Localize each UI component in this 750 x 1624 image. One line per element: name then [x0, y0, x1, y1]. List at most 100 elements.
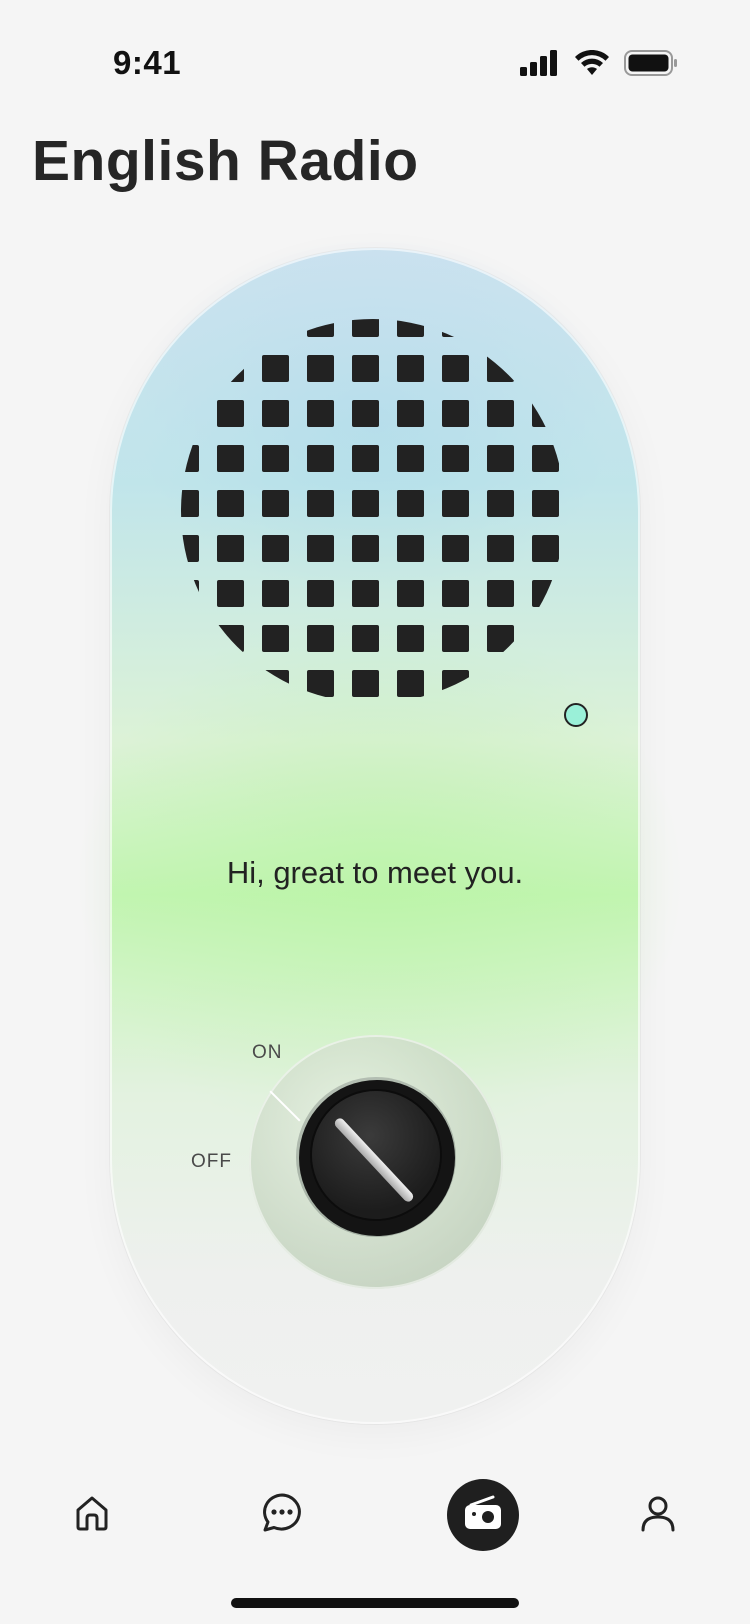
grille-hole	[181, 670, 199, 697]
grille-hole	[217, 490, 244, 517]
grille-hole	[217, 445, 244, 472]
grille-hole	[262, 445, 289, 472]
grille-hole	[532, 319, 559, 337]
grille-hole	[262, 319, 289, 337]
grille-hole	[181, 490, 199, 517]
battery-icon	[624, 50, 678, 81]
grille-hole	[397, 445, 424, 472]
grille-hole	[442, 355, 469, 382]
grille-hole	[487, 535, 514, 562]
grille-hole	[397, 670, 424, 697]
speaker-grille	[181, 319, 559, 697]
grille-hole	[532, 355, 559, 382]
grille-hole	[217, 625, 244, 652]
grille-hole	[442, 490, 469, 517]
grille-hole	[262, 355, 289, 382]
grille-hole	[181, 400, 199, 427]
indicator-light	[564, 703, 588, 727]
grille-hole	[442, 445, 469, 472]
chat-bubble-icon	[260, 1491, 304, 1540]
grille-hole	[397, 535, 424, 562]
grille-hole	[352, 400, 379, 427]
grille-hole	[532, 625, 559, 652]
grille-hole	[352, 625, 379, 652]
grille-hole	[181, 319, 199, 337]
home-icon	[72, 1493, 112, 1538]
grille-hole	[217, 319, 244, 337]
grille-hole	[352, 670, 379, 697]
grille-hole	[442, 580, 469, 607]
grille-hole	[352, 319, 379, 337]
grille-hole	[262, 490, 289, 517]
grille-hole	[397, 400, 424, 427]
grille-hole	[487, 625, 514, 652]
grille-hole	[352, 580, 379, 607]
tab-bar	[0, 1470, 750, 1560]
grille-hole	[532, 580, 559, 607]
grille-hole	[442, 400, 469, 427]
grille-hole	[487, 445, 514, 472]
grille-hole	[397, 625, 424, 652]
grille-hole	[487, 319, 514, 337]
grille-hole	[397, 580, 424, 607]
grille-hole	[307, 355, 334, 382]
user-profile-icon	[638, 1493, 678, 1538]
radio-message: Hi, great to meet you.	[226, 855, 524, 890]
home-indicator[interactable]	[231, 1598, 519, 1608]
grille-hole	[352, 490, 379, 517]
grille-hole	[532, 445, 559, 472]
grille-hole	[307, 490, 334, 517]
knob-off-label: OFF	[191, 1151, 232, 1172]
grille-hole	[352, 535, 379, 562]
grille-hole	[181, 445, 199, 472]
grille-hole	[487, 400, 514, 427]
grille-hole	[262, 625, 289, 652]
grille-hole	[532, 535, 559, 562]
grille-hole	[307, 400, 334, 427]
status-icons	[520, 49, 678, 81]
status-bar: 9:41	[0, 0, 750, 120]
grille-hole	[352, 445, 379, 472]
grille-hole	[397, 355, 424, 382]
grille-hole	[397, 319, 424, 337]
grille-hole	[217, 580, 244, 607]
status-time: 9:41	[113, 44, 182, 81]
grille-hole	[307, 670, 334, 697]
grille-hole	[217, 670, 244, 697]
grille-hole	[262, 535, 289, 562]
grille-hole	[487, 670, 514, 697]
grille-hole	[262, 670, 289, 697]
grille-hole	[307, 319, 334, 337]
grille-hole	[262, 580, 289, 607]
grille-hole	[487, 580, 514, 607]
radio-icon	[463, 1495, 503, 1536]
grille-hole	[307, 535, 334, 562]
page-title: English Radio	[32, 129, 419, 193]
wifi-icon	[574, 49, 610, 81]
grille-hole	[181, 355, 199, 382]
grille-hole	[532, 670, 559, 697]
grille-hole	[397, 490, 424, 517]
grille-hole	[307, 625, 334, 652]
tab-chat[interactable]	[237, 1470, 327, 1560]
grille-hole	[217, 355, 244, 382]
grille-hole	[181, 535, 199, 562]
grille-hole	[217, 535, 244, 562]
grille-hole	[352, 355, 379, 382]
tab-profile[interactable]	[613, 1470, 703, 1560]
tab-home[interactable]	[47, 1470, 137, 1560]
grille-hole	[262, 400, 289, 427]
grille-hole	[487, 355, 514, 382]
grille-hole	[307, 445, 334, 472]
grille-hole	[487, 490, 514, 517]
grille-hole	[442, 535, 469, 562]
grille-hole	[181, 580, 199, 607]
grille-hole	[532, 490, 559, 517]
cellular-signal-icon	[520, 50, 560, 81]
tab-radio[interactable]	[438, 1470, 528, 1560]
grille-hole	[442, 670, 469, 697]
grille-hole	[181, 625, 199, 652]
knob-on-label: ON	[252, 1042, 283, 1063]
active-tab-indicator	[447, 1479, 519, 1551]
grille-hole	[442, 319, 469, 337]
